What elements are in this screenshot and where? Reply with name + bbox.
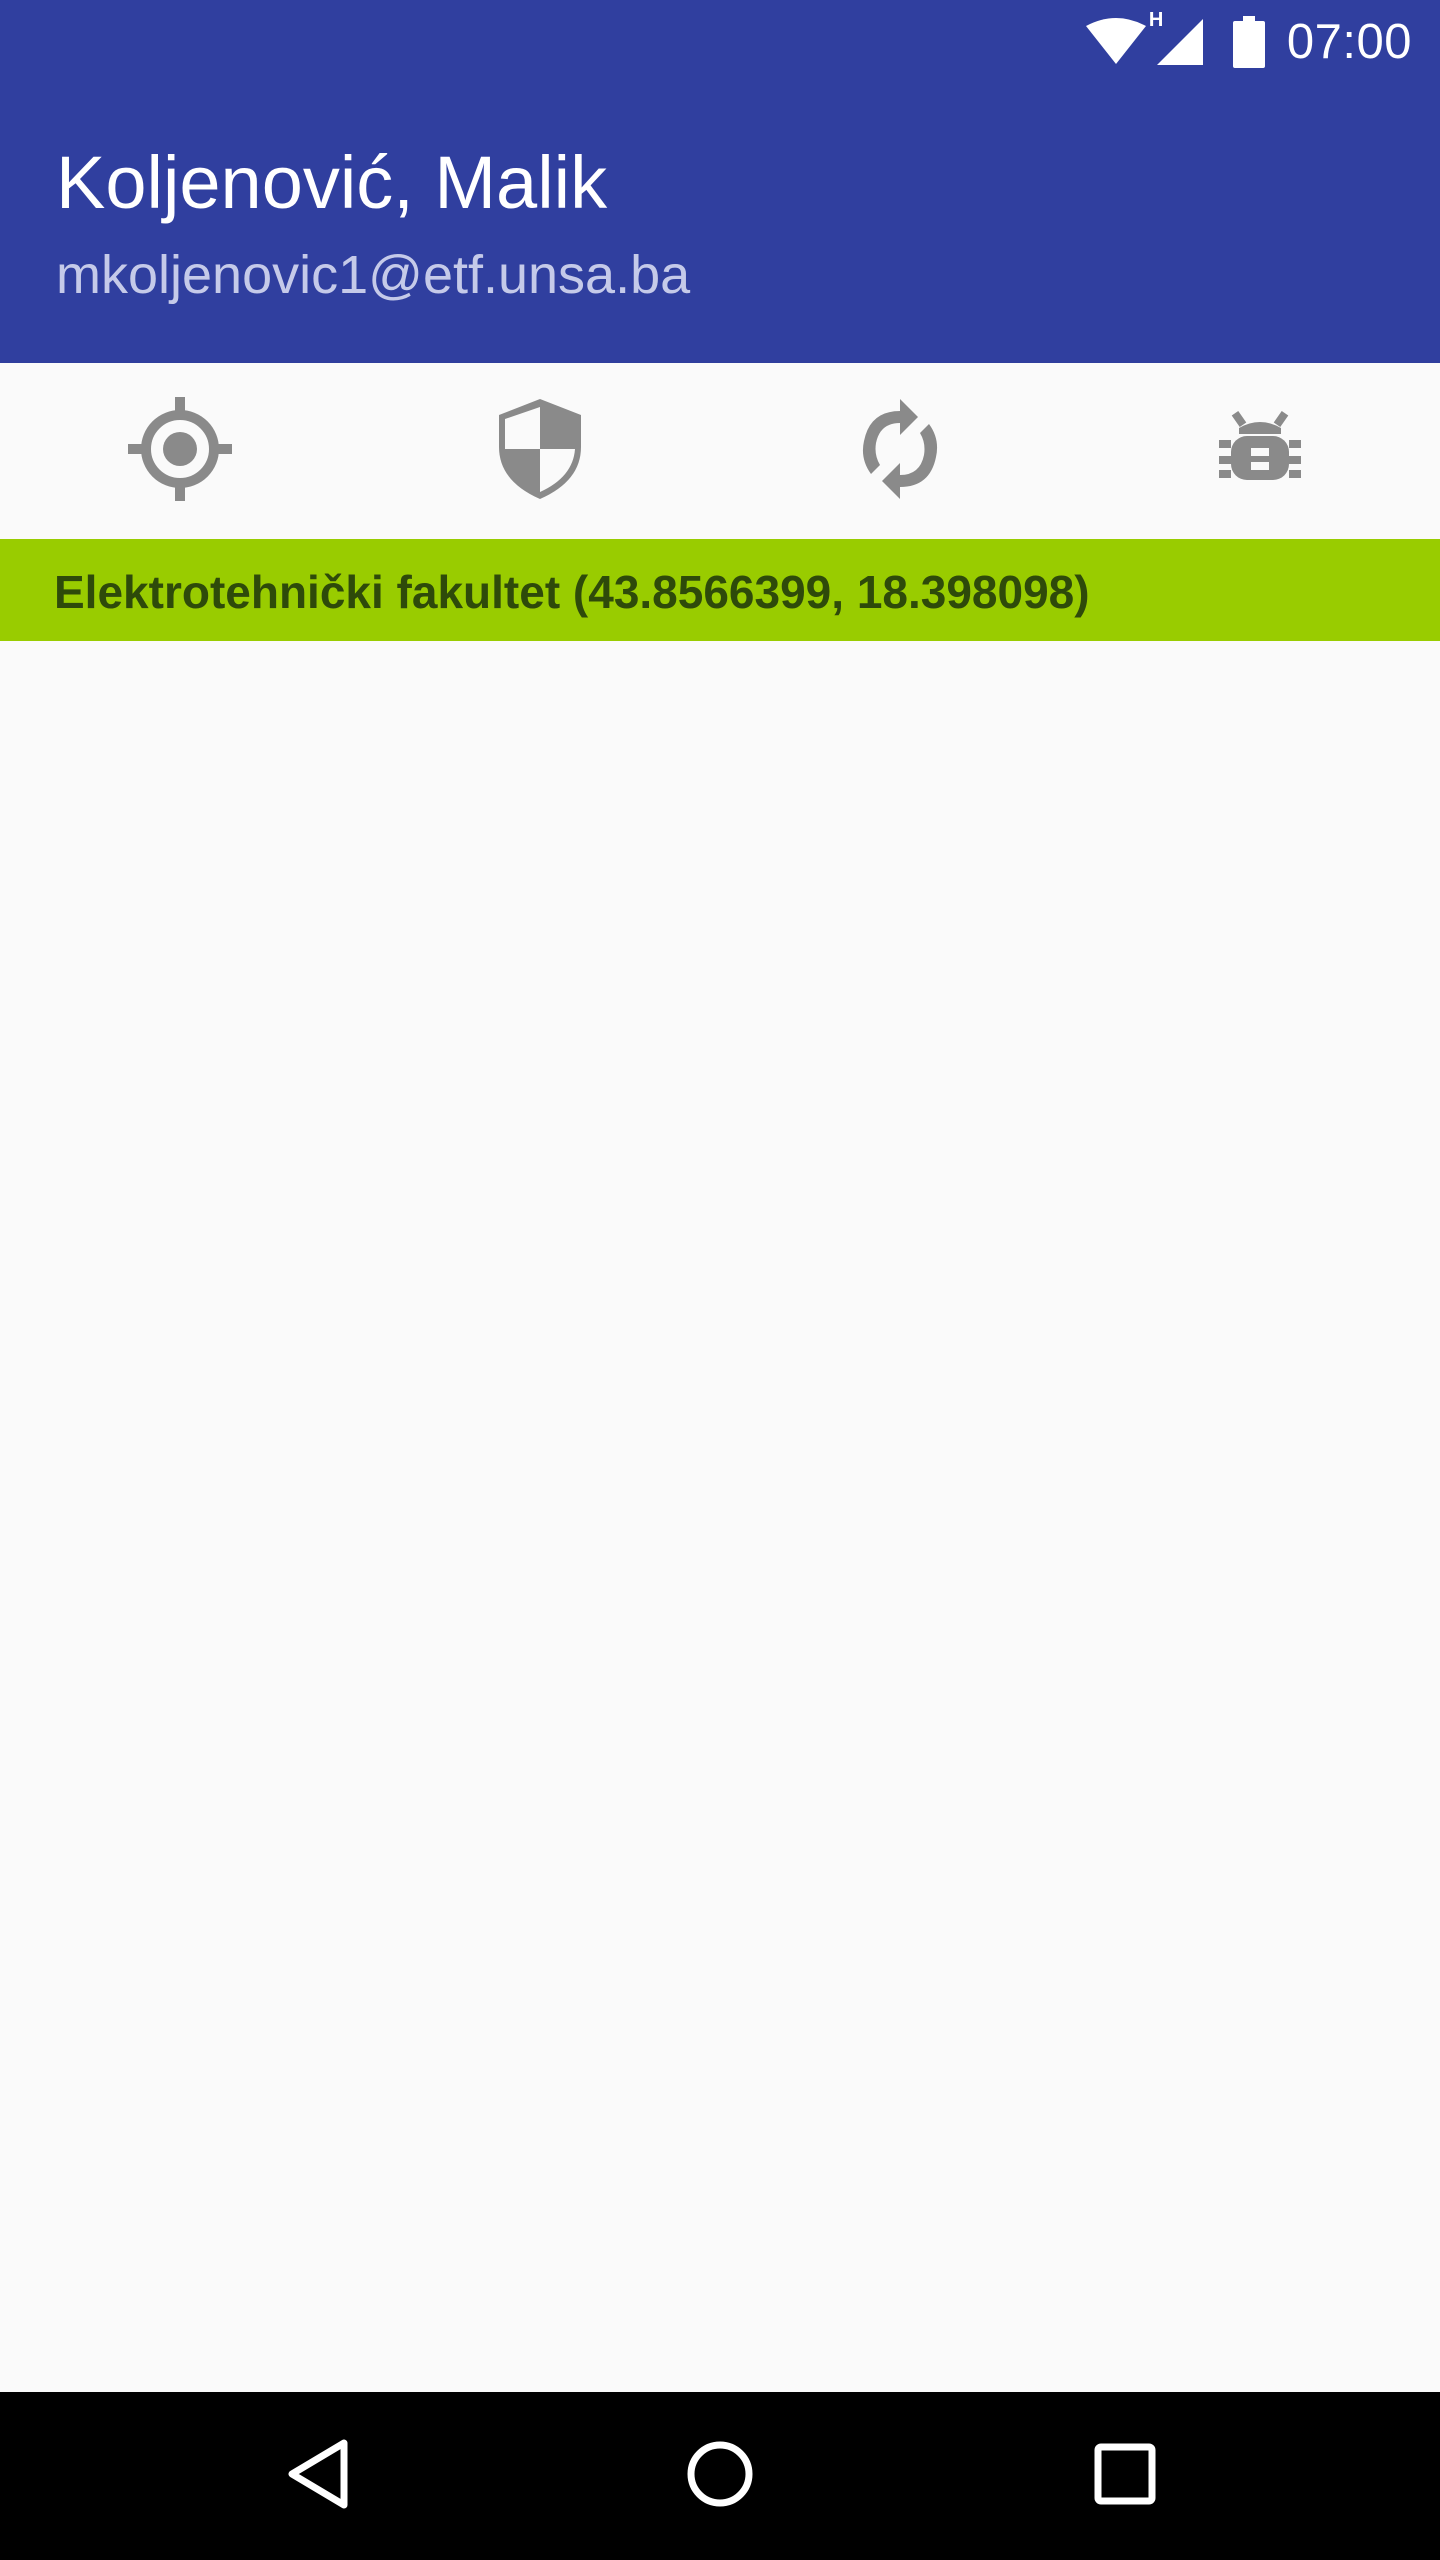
status-bar: H 07:00 <box>0 0 1440 84</box>
profile-header: H 07:00 Koljenović, Malik mkoljenovic1@e… <box>0 0 1440 363</box>
bug-icon <box>1217 406 1303 497</box>
status-icons: H 07:00 <box>1085 9 1412 70</box>
locate-button[interactable] <box>0 363 360 539</box>
content-area <box>0 641 1440 2392</box>
shield-icon <box>495 397 585 506</box>
sync-icon <box>852 397 948 506</box>
battery-icon <box>1232 16 1265 68</box>
recents-button[interactable] <box>1025 2392 1225 2560</box>
debug-button[interactable] <box>1080 363 1440 539</box>
recents-icon <box>1094 2443 1156 2510</box>
home-button[interactable] <box>620 2392 820 2560</box>
action-toolbar <box>0 363 1440 539</box>
back-icon <box>286 2439 350 2514</box>
home-icon <box>685 2439 755 2514</box>
wifi-icon <box>1085 18 1147 66</box>
gps-target-icon <box>126 395 234 508</box>
network-type-label: H <box>1148 9 1164 31</box>
system-nav-bar <box>0 2392 1440 2560</box>
user-name: Koljenović, Malik <box>56 141 608 224</box>
back-button[interactable] <box>218 2392 418 2560</box>
sync-button[interactable] <box>720 363 1080 539</box>
user-email: mkoljenovic1@etf.unsa.ba <box>56 245 691 305</box>
status-time: 07:00 <box>1286 15 1412 69</box>
location-label: Elektrotehnički fakultet (43.8566399, 18… <box>54 566 1090 618</box>
security-button[interactable] <box>360 363 720 539</box>
location-banner: Elektrotehnički fakultet (43.8566399, 18… <box>0 539 1440 641</box>
cell-signal-icon: H <box>1149 9 1205 67</box>
app-screen: H 07:00 Koljenović, Malik mkoljenovic1@e… <box>0 0 1440 2560</box>
